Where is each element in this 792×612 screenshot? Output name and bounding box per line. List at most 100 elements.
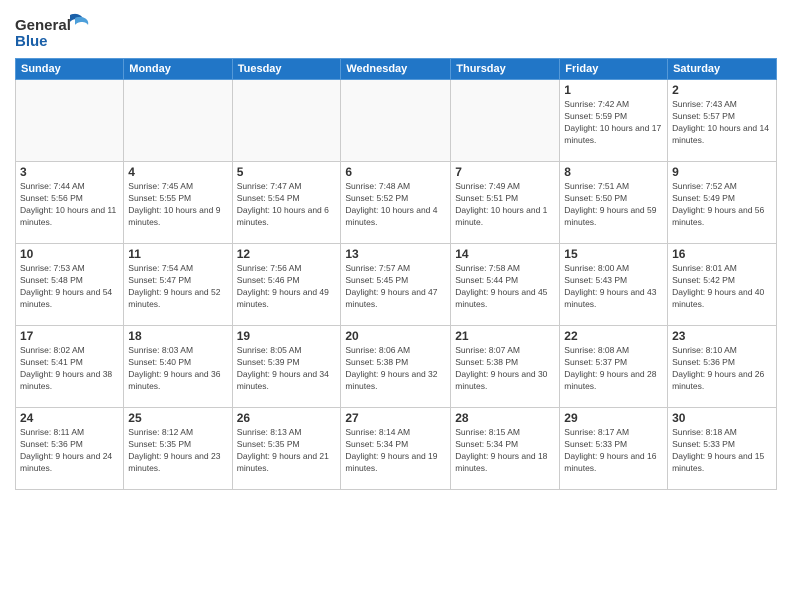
day-number: 22 (564, 329, 663, 343)
day-number: 5 (237, 165, 337, 179)
day-info: Sunrise: 7:45 AMSunset: 5:55 PMDaylight:… (128, 181, 227, 229)
day-number: 29 (564, 411, 663, 425)
day-info: Sunrise: 7:44 AMSunset: 5:56 PMDaylight:… (20, 181, 119, 229)
day-number: 23 (672, 329, 772, 343)
calendar-cell: 7 Sunrise: 7:49 AMSunset: 5:51 PMDaylight… (451, 162, 560, 244)
calendar-cell: 26 Sunrise: 8:13 AMSunset: 5:35 PMDayligh… (232, 408, 341, 490)
day-number: 6 (345, 165, 446, 179)
day-number: 11 (128, 247, 227, 261)
day-number: 27 (345, 411, 446, 425)
day-info: Sunrise: 8:15 AMSunset: 5:34 PMDaylight:… (455, 427, 555, 475)
day-info: Sunrise: 8:00 AMSunset: 5:43 PMDaylight:… (564, 263, 663, 311)
logo: GeneralBlue (15, 10, 95, 50)
day-info: Sunrise: 8:08 AMSunset: 5:37 PMDaylight:… (564, 345, 663, 393)
day-number: 12 (237, 247, 337, 261)
calendar-cell: 28 Sunrise: 8:15 AMSunset: 5:34 PMDayligh… (451, 408, 560, 490)
calendar-cell: 12Sunrise: 7:56 AMSunset: 5:46 PMDayligh… (232, 244, 341, 326)
day-info: Sunrise: 7:48 AMSunset: 5:52 PMDaylight:… (345, 181, 446, 229)
calendar-cell: 14 Sunrise: 7:58 AMSunset: 5:44 PMDayligh… (451, 244, 560, 326)
header: GeneralBlue (15, 10, 777, 50)
day-number: 9 (672, 165, 772, 179)
day-info: Sunrise: 7:42 AMSunset: 5:59 PMDaylight:… (564, 99, 663, 147)
calendar-cell (451, 80, 560, 162)
day-info: Sunrise: 7:58 AMSunset: 5:44 PMDaylight:… (455, 263, 555, 311)
day-number: 18 (128, 329, 227, 343)
day-number: 19 (237, 329, 337, 343)
day-info: Sunrise: 8:07 AMSunset: 5:38 PMDaylight:… (455, 345, 555, 393)
day-number: 26 (237, 411, 337, 425)
calendar-cell (16, 80, 124, 162)
calendar-cell: 17 Sunrise: 8:02 AMSunset: 5:41 PMDayligh… (16, 326, 124, 408)
day-info: Sunrise: 8:03 AMSunset: 5:40 PMDaylight:… (128, 345, 227, 393)
day-info: Sunrise: 8:12 AMSunset: 5:35 PMDaylight:… (128, 427, 227, 475)
calendar-cell: 16Sunrise: 8:01 AMSunset: 5:42 PMDayligh… (668, 244, 777, 326)
day-number: 28 (455, 411, 555, 425)
day-info: Sunrise: 8:13 AMSunset: 5:35 PMDaylight:… (237, 427, 337, 475)
calendar-cell: 20Sunrise: 8:06 AMSunset: 5:38 PMDayligh… (341, 326, 451, 408)
svg-text:Blue: Blue (15, 33, 48, 50)
calendar-cell: 18 Sunrise: 8:03 AMSunset: 5:40 PMDayligh… (124, 326, 232, 408)
calendar-week-3: 17 Sunrise: 8:02 AMSunset: 5:41 PMDayligh… (16, 326, 777, 408)
day-info: Sunrise: 7:49 AMSunset: 5:51 PMDaylight:… (455, 181, 555, 229)
day-header-thursday: Thursday (451, 59, 560, 80)
day-number: 3 (20, 165, 119, 179)
calendar-cell (232, 80, 341, 162)
calendar-cell: 11Sunrise: 7:54 AMSunset: 5:47 PMDayligh… (124, 244, 232, 326)
day-number: 21 (455, 329, 555, 343)
calendar-cell: 24 Sunrise: 8:11 AMSunset: 5:36 PMDayligh… (16, 408, 124, 490)
day-info: Sunrise: 8:17 AMSunset: 5:33 PMDaylight:… (564, 427, 663, 475)
day-info: Sunrise: 8:02 AMSunset: 5:41 PMDaylight:… (20, 345, 119, 393)
calendar-header-row: SundayMondayTuesdayWednesdayThursdayFrid… (16, 59, 777, 80)
calendar-cell: 23 Sunrise: 8:10 AMSunset: 5:36 PMDayligh… (668, 326, 777, 408)
day-info: Sunrise: 8:11 AMSunset: 5:36 PMDaylight:… (20, 427, 119, 475)
day-info: Sunrise: 7:52 AMSunset: 5:49 PMDaylight:… (672, 181, 772, 229)
day-info: Sunrise: 8:01 AMSunset: 5:42 PMDaylight:… (672, 263, 772, 311)
day-number: 25 (128, 411, 227, 425)
calendar-cell (341, 80, 451, 162)
day-header-sunday: Sunday (16, 59, 124, 80)
calendar-cell: 27 Sunrise: 8:14 AMSunset: 5:34 PMDayligh… (341, 408, 451, 490)
day-info: Sunrise: 7:43 AMSunset: 5:57 PMDaylight:… (672, 99, 772, 147)
day-number: 30 (672, 411, 772, 425)
calendar-cell: 22 Sunrise: 8:08 AMSunset: 5:37 PMDayligh… (560, 326, 668, 408)
day-info: Sunrise: 8:14 AMSunset: 5:34 PMDaylight:… (345, 427, 446, 475)
day-number: 7 (455, 165, 555, 179)
calendar-week-2: 10Sunrise: 7:53 AMSunset: 5:48 PMDayligh… (16, 244, 777, 326)
day-info: Sunrise: 7:47 AMSunset: 5:54 PMDaylight:… (237, 181, 337, 229)
calendar-cell: 5 Sunrise: 7:47 AMSunset: 5:54 PMDaylight… (232, 162, 341, 244)
calendar-cell: 15Sunrise: 8:00 AMSunset: 5:43 PMDayligh… (560, 244, 668, 326)
day-number: 17 (20, 329, 119, 343)
day-info: Sunrise: 7:57 AMSunset: 5:45 PMDaylight:… (345, 263, 446, 311)
day-number: 14 (455, 247, 555, 261)
calendar-cell: 1 Sunrise: 7:42 AMSunset: 5:59 PMDaylight… (560, 80, 668, 162)
day-header-wednesday: Wednesday (341, 59, 451, 80)
day-number: 8 (564, 165, 663, 179)
calendar-cell: 2Sunrise: 7:43 AMSunset: 5:57 PMDaylight… (668, 80, 777, 162)
calendar-table: SundayMondayTuesdayWednesdayThursdayFrid… (15, 58, 777, 490)
day-header-monday: Monday (124, 59, 232, 80)
calendar-cell: 9 Sunrise: 7:52 AMSunset: 5:49 PMDaylight… (668, 162, 777, 244)
day-info: Sunrise: 7:53 AMSunset: 5:48 PMDaylight:… (20, 263, 119, 311)
day-header-friday: Friday (560, 59, 668, 80)
calendar-cell: 3 Sunrise: 7:44 AMSunset: 5:56 PMDaylight… (16, 162, 124, 244)
calendar-cell: 10Sunrise: 7:53 AMSunset: 5:48 PMDayligh… (16, 244, 124, 326)
logo-svg: GeneralBlue (15, 10, 95, 50)
day-number: 24 (20, 411, 119, 425)
day-number: 20 (345, 329, 446, 343)
day-info: Sunrise: 8:18 AMSunset: 5:33 PMDaylight:… (672, 427, 772, 475)
calendar-week-0: 1 Sunrise: 7:42 AMSunset: 5:59 PMDaylight… (16, 80, 777, 162)
day-number: 13 (345, 247, 446, 261)
svg-text:General: General (15, 17, 71, 34)
calendar-week-1: 3 Sunrise: 7:44 AMSunset: 5:56 PMDaylight… (16, 162, 777, 244)
day-number: 1 (564, 83, 663, 97)
calendar-cell: 6 Sunrise: 7:48 AMSunset: 5:52 PMDaylight… (341, 162, 451, 244)
calendar-cell: 21 Sunrise: 8:07 AMSunset: 5:38 PMDayligh… (451, 326, 560, 408)
day-header-tuesday: Tuesday (232, 59, 341, 80)
page: GeneralBlue SundayMondayTuesdayWednesday… (0, 0, 792, 612)
calendar-cell: 19 Sunrise: 8:05 AMSunset: 5:39 PMDayligh… (232, 326, 341, 408)
calendar-cell: 29 Sunrise: 8:17 AMSunset: 5:33 PMDayligh… (560, 408, 668, 490)
day-info: Sunrise: 8:05 AMSunset: 5:39 PMDaylight:… (237, 345, 337, 393)
day-info: Sunrise: 8:10 AMSunset: 5:36 PMDaylight:… (672, 345, 772, 393)
day-header-saturday: Saturday (668, 59, 777, 80)
calendar-cell (124, 80, 232, 162)
